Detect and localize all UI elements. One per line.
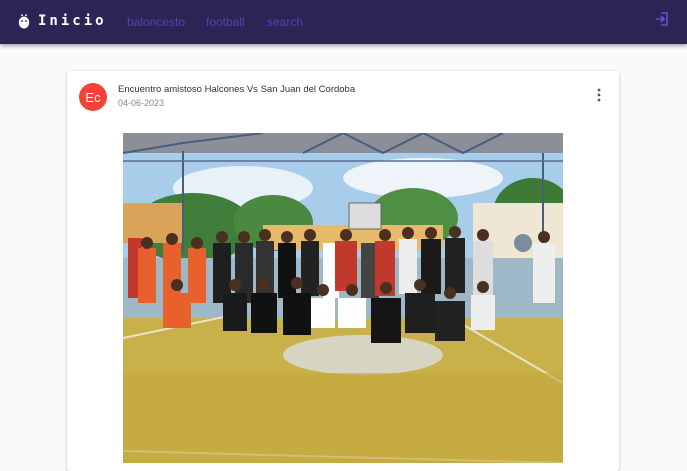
post-title: Encuentro amistoso Halcones Vs San Juan … [118,84,356,95]
logout-icon[interactable] [654,11,670,27]
nav-link-football[interactable]: football [206,15,245,29]
post-date: 04-06-2023 [118,98,165,108]
top-app-bar: Inicio baloncesto football search [0,0,687,44]
more-vert-icon[interactable] [593,88,605,102]
post-card: Ec Encuentro amistoso Halcones Vs San Ju… [67,71,619,471]
nav-link-search[interactable]: search [267,15,303,29]
logo-icon [18,13,30,29]
post-image [123,133,563,463]
avatar: Ec [79,83,107,111]
nav-link-baloncesto[interactable]: baloncesto [127,15,185,29]
brand-title[interactable]: Inicio [38,13,107,29]
